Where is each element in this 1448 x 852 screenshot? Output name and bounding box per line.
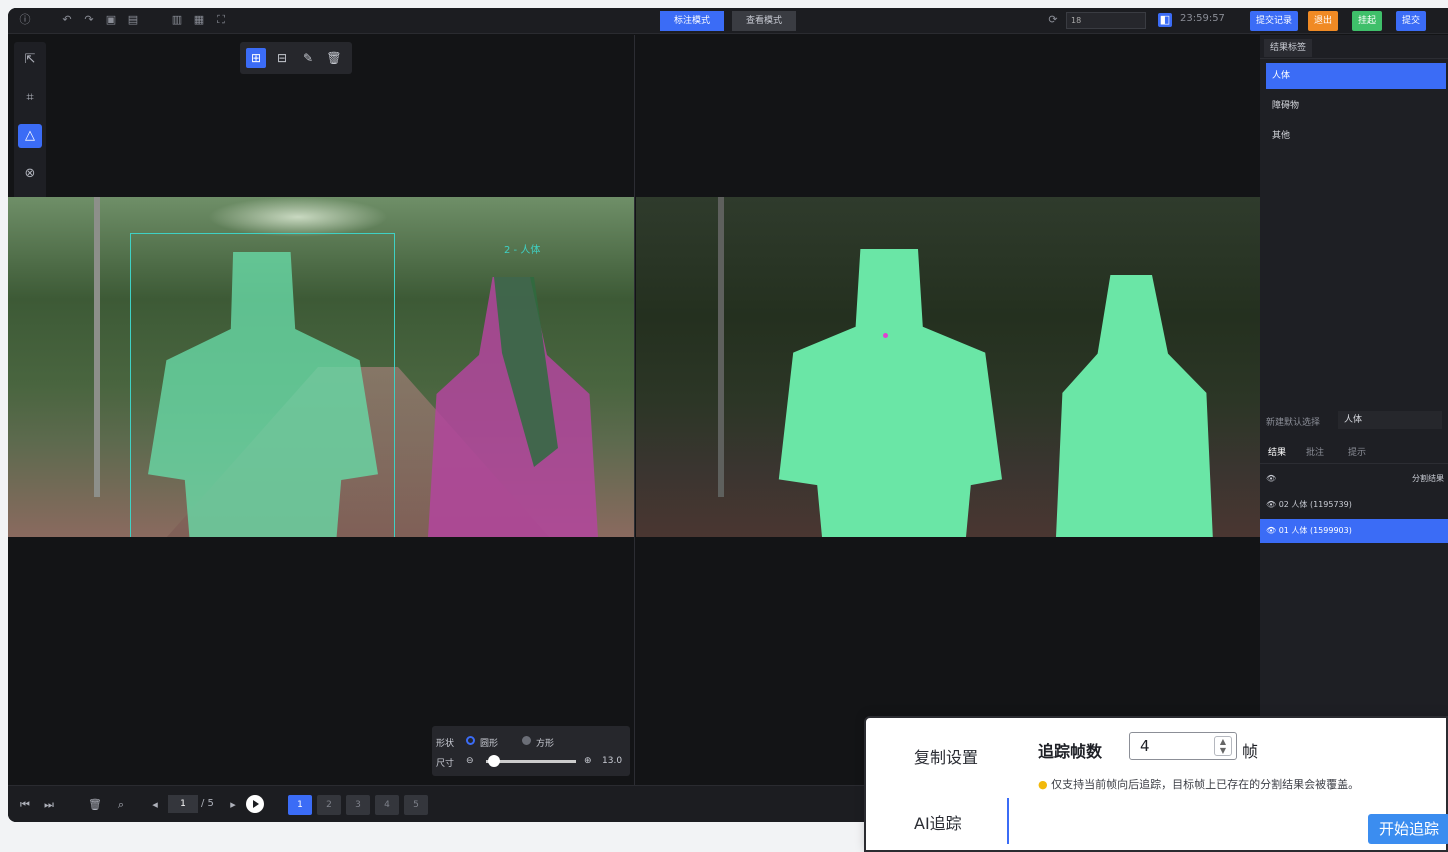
frame-count-stepper[interactable]: 4 ▲ ▼ — [1129, 732, 1237, 760]
circle-label: 圆形 — [480, 739, 499, 749]
default-select-label: 新建默认选择 — [1266, 418, 1321, 428]
label-item-obstacle[interactable]: 障碍物 — [1266, 93, 1446, 119]
result-item-label: 02 人体 (1195739) — [1278, 500, 1352, 509]
add-region-icon[interactable]: ⊞ — [246, 48, 266, 68]
prev-frame-icon[interactable]: ⏮ — [18, 798, 32, 812]
submit-button[interactable]: 提交 — [1396, 11, 1427, 31]
label-item-human[interactable]: 人体 — [1266, 63, 1446, 89]
tracking-hint: ● 仅支持当前帧向后追踪，目标帧上已存在的分割结果会被覆盖。 — [1038, 776, 1359, 792]
mask-image[interactable] — [636, 197, 1260, 537]
result-tabs: 结果 批注 提示 — [1260, 440, 1448, 464]
segment-icon[interactable]: ⊗ — [18, 162, 42, 186]
page-prev-icon[interactable]: ◂ — [148, 798, 162, 812]
square-label: 方形 — [536, 739, 555, 749]
polygon-icon[interactable]: △ — [18, 124, 42, 148]
fullscreen-icon[interactable]: ⛶ — [214, 13, 228, 27]
crop-icon[interactable]: ⌗ — [18, 86, 42, 110]
next-frame-icon[interactable]: ⏭ — [42, 798, 56, 812]
tracking-frames-label: 追踪帧数 — [1038, 742, 1103, 761]
size-label: 尺寸 — [436, 759, 455, 769]
active-menu-indicator — [1007, 798, 1009, 844]
circle-radio[interactable] — [466, 736, 475, 745]
size-value: 13.0 — [602, 756, 623, 766]
refresh-icon[interactable]: ⟳ — [1046, 13, 1060, 27]
result-item-label: 01 人体 (1599903) — [1278, 526, 1352, 535]
tab-hints[interactable]: 提示 — [1348, 445, 1366, 458]
frame-chip-4[interactable]: 4 — [375, 795, 399, 815]
lamp-pole — [94, 197, 100, 497]
result-item[interactable]: 👁 01 人体 (1599903) — [1260, 519, 1448, 543]
shape-toolbar: ⊞ ⊟ ✎ 🗑 — [240, 42, 352, 74]
tab-comments[interactable]: 批注 — [1306, 445, 1324, 458]
submit-history-button[interactable]: 提交记录 — [1250, 11, 1299, 31]
brush-icon[interactable]: ✎ — [298, 48, 318, 68]
page-next-icon[interactable]: ▸ — [226, 798, 240, 812]
zoom-icon[interactable]: ⌕ — [114, 798, 128, 812]
size-min-icon: ⊖ — [466, 756, 474, 766]
ai-tracking-popup: 复制设置 AI追踪 追踪帧数 4 ▲ ▼ 帧 ● 仅支持当前帧向后追踪，目标帧上已… — [864, 716, 1448, 852]
frame-unit: 帧 — [1242, 742, 1259, 761]
frame-chip-3[interactable]: 3 — [346, 795, 370, 815]
brush-panel: 形状 圆形 方形 尺寸 ⊖ ⊕ 13.0 — [432, 726, 630, 776]
remove-region-icon[interactable]: ⊟ — [272, 48, 292, 68]
stepper-arrows-icon[interactable]: ▲ ▼ — [1214, 736, 1232, 756]
eye-icon[interactable]: 👁 — [1266, 474, 1276, 483]
top-toolbar: ⓘ ↶ ↷ ▣ ▤ ▥ ▦ ⛶ 标注模式 查看模式 ⟳ 18 ◧ 23:59:5… — [8, 8, 1448, 34]
frame-chip-1[interactable]: 1 — [288, 795, 312, 815]
frame-input[interactable]: 18 — [1066, 12, 1146, 29]
mask-point[interactable] — [883, 333, 888, 338]
label-panel-header: 结果标签 — [1260, 35, 1448, 59]
square-radio[interactable] — [522, 736, 531, 745]
document-icon[interactable]: ▦ — [192, 13, 206, 27]
exit-button[interactable]: 退出 — [1308, 11, 1339, 31]
redo-icon[interactable]: ↷ — [82, 13, 96, 27]
label-item-other[interactable]: 其他 — [1266, 123, 1446, 149]
size-slider-thumb[interactable] — [488, 755, 500, 767]
source-image[interactable]: 2 - 人体 — [8, 197, 634, 537]
annotation-app: ⓘ ↶ ↷ ▣ ▤ ▥ ▦ ⛶ 标注模式 查看模式 ⟳ 18 ◧ 23:59:5… — [8, 8, 1448, 822]
lightbulb-icon: ● — [1038, 778, 1048, 791]
default-label-select[interactable]: 人体 — [1338, 411, 1442, 429]
segmentation-mask-woman[interactable] — [1056, 275, 1213, 537]
timer-icon[interactable]: ◧ — [1158, 13, 1172, 27]
layout-icon[interactable]: ▥ — [170, 13, 184, 27]
page-total: / 5 — [201, 798, 214, 809]
tab-view-mode[interactable]: 查看模式 — [732, 11, 797, 31]
export-icon[interactable]: ▤ — [126, 13, 140, 27]
play-icon[interactable] — [246, 795, 264, 813]
undo-icon[interactable]: ↶ — [60, 13, 74, 27]
info-icon[interactable]: ⓘ — [18, 13, 32, 27]
view-divider — [634, 35, 635, 785]
menu-ai-tracking[interactable]: AI追踪 — [914, 810, 962, 834]
select-icon[interactable]: ⇱ — [18, 48, 42, 72]
result-item[interactable]: 👁 02 人体 (1195739) — [1260, 493, 1448, 517]
shape-label: 形状 — [436, 739, 455, 749]
tab-results[interactable]: 结果 — [1268, 445, 1286, 458]
segment-results-label: 分割结果 — [1412, 474, 1444, 483]
sky-area — [208, 197, 388, 237]
frame-chip-2[interactable]: 2 — [317, 795, 341, 815]
segmentation-mask-man[interactable] — [778, 249, 1002, 537]
bounding-box[interactable] — [130, 233, 395, 537]
frame-count-value[interactable]: 4 — [1140, 737, 1150, 755]
menu-copy-settings[interactable]: 复制设置 — [914, 744, 978, 768]
suspend-button[interactable]: 挂起 — [1352, 11, 1383, 31]
tracking-hint-text: 仅支持当前帧向后追踪，目标帧上已存在的分割结果会被覆盖。 — [1051, 778, 1360, 791]
eye-icon[interactable]: 👁 — [1266, 526, 1276, 535]
right-sidebar: 结果标签 人体 障碍物 其他 新建默认选择 人体 结果 批注 提示 👁 分割结果… — [1260, 35, 1448, 822]
page-number-input[interactable]: 1 — [168, 795, 198, 813]
tab-result-labels[interactable]: 结果标签 — [1264, 39, 1313, 57]
start-tracking-button[interactable]: 开始追踪 — [1368, 814, 1448, 844]
bounding-box-label: 2 - 人体 — [504, 245, 541, 256]
trash-icon[interactable]: 🗑 — [88, 798, 102, 812]
size-max-icon: ⊕ — [584, 756, 592, 766]
timer-display: 23:59:57 — [1180, 13, 1225, 24]
frame-chip-5[interactable]: 5 — [404, 795, 428, 815]
eye-icon[interactable]: 👁 — [1266, 500, 1276, 509]
lamp-pole — [718, 197, 724, 497]
tab-annotate-mode[interactable]: 标注模式 — [660, 11, 725, 31]
results-header: 👁 分割结果 — [1260, 467, 1448, 491]
delete-icon[interactable]: 🗑 — [324, 48, 344, 68]
save-icon[interactable]: ▣ — [104, 13, 118, 27]
